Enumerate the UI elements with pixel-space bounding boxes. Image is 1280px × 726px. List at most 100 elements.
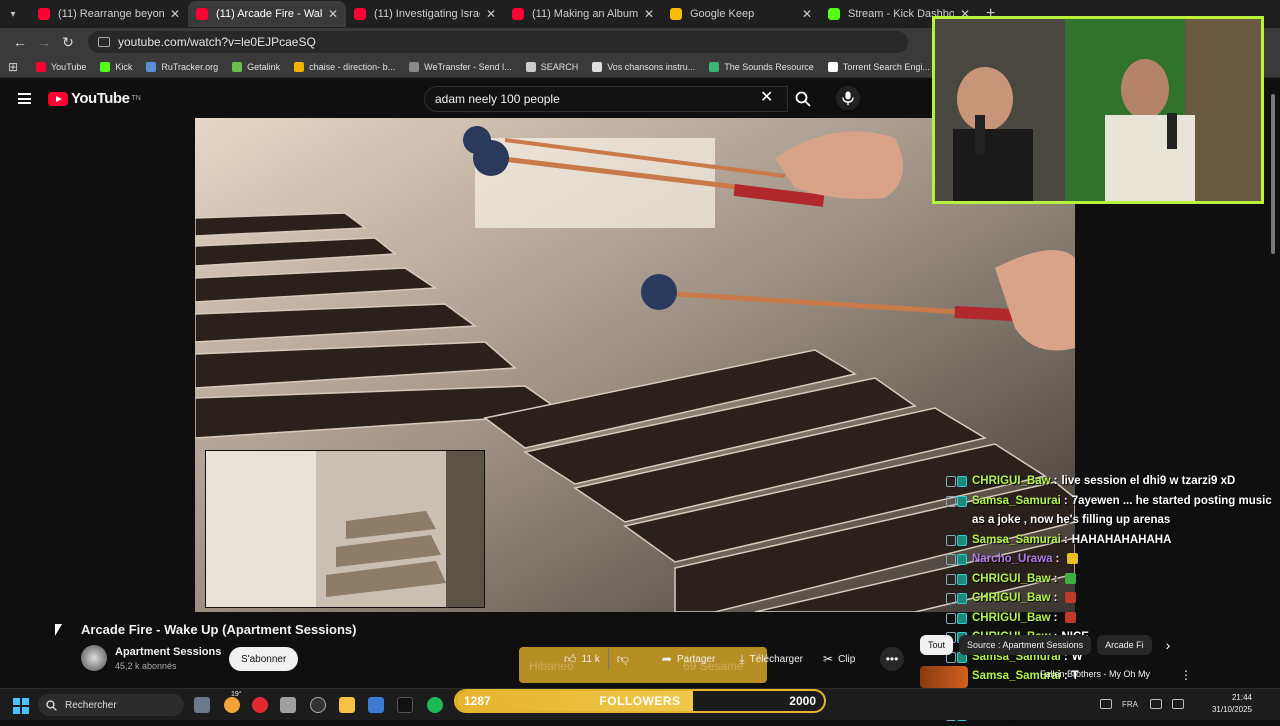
chat-username[interactable]: CHRIGUI_Baw (972, 573, 1051, 585)
app-icon[interactable] (280, 697, 296, 713)
dislike-button[interactable]: 👎︎ (607, 648, 642, 670)
close-tab-icon[interactable]: ✕ (170, 7, 180, 21)
bookmark-item[interactable]: Getalink (232, 61, 280, 72)
download-button[interactable]: ⤓ Télécharger (731, 648, 811, 670)
bookmark-favicon (294, 61, 305, 72)
bookmark-item[interactable]: RuTracker.org (146, 61, 219, 72)
bookmark-label: RuTracker.org (161, 61, 219, 72)
bookmark-favicon (409, 61, 420, 72)
chat-separator: : (1053, 611, 1058, 624)
scrollbar-thumb[interactable] (1271, 94, 1275, 254)
thumbs-up-icon: 👍︎ (564, 651, 577, 666)
tab-title: Google Keep (690, 8, 755, 20)
task-view-icon[interactable] (194, 697, 210, 713)
spotify-icon[interactable] (427, 697, 443, 713)
live-app-icon[interactable] (397, 697, 413, 713)
system-tray: FRA (1100, 688, 1194, 720)
back-icon[interactable]: ← (8, 34, 32, 50)
tab-search-icon[interactable]: ▾ (4, 5, 22, 23)
browser-tab[interactable]: (11) Rearrange beyonce - YouTu ✕ (30, 1, 188, 27)
clock-date: 31/10/2025 (1211, 705, 1252, 714)
logo-wordmark: YouTube (71, 90, 130, 107)
recommended-menu-icon[interactable]: ⋮ (1180, 668, 1192, 682)
recommended-video[interactable]: Fallen Brothers - My Oh My ⋮ (920, 666, 1192, 688)
chat-username[interactable]: Narcho_Urawa (972, 553, 1053, 565)
bookmark-label: WeTransfer - Send l... (424, 61, 512, 72)
recommended-thumbnail[interactable] (920, 666, 968, 688)
channel-name[interactable]: Apartment Sessions (115, 646, 221, 658)
file-explorer-icon[interactable] (339, 697, 355, 713)
browser-tab[interactable]: (11) Investigating Israeli Influen ✕ (346, 1, 504, 27)
bookmark-item[interactable]: YouTube (36, 61, 86, 72)
bookmark-favicon (525, 61, 536, 72)
search-button[interactable] (788, 86, 818, 112)
chat-username[interactable]: CHRIGUI_Baw (972, 475, 1051, 487)
clip-button[interactable]: ✂ Clip (815, 648, 863, 670)
close-tab-icon[interactable]: ✕ (328, 7, 338, 21)
filter-chip[interactable]: Arcade Fi (1097, 635, 1152, 655)
bookmark-item[interactable]: chaise - direction- b... (294, 61, 396, 72)
chevron-right-icon[interactable]: › (1166, 637, 1171, 653)
windows-start-icon[interactable] (13, 698, 29, 714)
bookmark-label: SEARCH (540, 61, 579, 72)
chat-username[interactable]: Samsa_Samurai (972, 495, 1061, 507)
bookmark-item[interactable]: SEARCH (525, 61, 579, 72)
pip-video-frame (206, 451, 484, 607)
voice-search-button[interactable] (836, 86, 860, 110)
recommended-title[interactable]: Fallen Brothers - My Oh My (1040, 669, 1150, 679)
chat-separator: : (1053, 572, 1058, 585)
follower-label: FOLLOWERS (599, 694, 681, 708)
bookmark-label: Vos chansons instru... (607, 61, 696, 72)
picture-in-picture-window[interactable] (205, 450, 485, 608)
chat-username[interactable]: CHRIGUI_Baw (972, 612, 1051, 624)
browser-tab[interactable]: Google Keep ✕ (662, 1, 820, 27)
close-tab-icon[interactable]: ✕ (486, 7, 496, 21)
follower-goal: 2000 (789, 694, 816, 708)
browser-tab[interactable]: (11) Arcade Fire - Wake Up ✕ (188, 1, 346, 27)
bookmark-label: chaise - direction- b... (309, 61, 396, 72)
volume-icon[interactable] (1172, 699, 1184, 709)
bookmark-favicon (100, 61, 111, 72)
close-tab-icon[interactable]: ✕ (644, 7, 654, 21)
browser-tab[interactable]: (11) Making an Album in an OF ✕ (504, 1, 662, 27)
language-indicator[interactable]: FRA (1122, 700, 1138, 709)
reload-icon[interactable]: ↻ (56, 34, 80, 51)
youtube-logo[interactable]: YouTube TN (48, 90, 141, 107)
chat-username[interactable]: Samsa_Samurai (972, 534, 1061, 546)
page-scrollbar[interactable] (1270, 82, 1276, 688)
like-button[interactable]: 👍︎ 11 k (556, 648, 608, 670)
download-label: Télécharger (749, 653, 803, 665)
keyboard-icon[interactable] (1100, 699, 1112, 709)
chat-username[interactable]: CHRIGUI_Baw (972, 592, 1051, 604)
opera-gx-icon[interactable] (252, 697, 268, 713)
network-icon[interactable] (1150, 699, 1162, 709)
bookmark-item[interactable]: Kick (100, 61, 132, 72)
share-button[interactable]: ➦ Partager (654, 648, 723, 670)
chat-text: HAHAHAHAHAHA (1071, 533, 1172, 546)
search-input[interactable]: adam neely 100 people (424, 86, 788, 112)
bookmark-item[interactable]: Torrent Search Engi... (827, 61, 930, 72)
obs-icon[interactable] (310, 697, 326, 713)
bookmark-item[interactable]: The Sounds Resource (709, 61, 814, 72)
clear-search-icon[interactable]: ✕ (760, 89, 773, 107)
channel-avatar[interactable] (81, 645, 107, 671)
apps-grid-icon[interactable]: ⊞ (8, 61, 22, 73)
system-clock[interactable]: 21:44 31/10/2025 (1206, 692, 1252, 716)
filter-chip[interactable]: Source : Apartment Sessions (959, 635, 1092, 655)
photos-icon[interactable] (368, 697, 384, 713)
youtube-play-icon (48, 91, 68, 106)
subscribe-button[interactable]: S'abonner (229, 647, 299, 671)
taskbar-search[interactable]: Rechercher (38, 694, 184, 716)
video-actions: 👍︎ 11 k 👎︎ ➦ Partager ⤓ Télécharger ✂ Clip (556, 648, 863, 670)
bookmark-item[interactable]: WeTransfer - Send l... (409, 61, 512, 72)
weather-icon[interactable] (224, 697, 240, 713)
menu-icon[interactable] (18, 93, 31, 104)
more-actions-button[interactable]: ••• (880, 647, 904, 671)
filter-chip[interactable]: Tout (920, 635, 954, 655)
forward-icon[interactable]: → (32, 34, 56, 50)
close-tab-icon[interactable]: ✕ (802, 7, 812, 21)
bookmark-item[interactable]: Vos chansons instru... (592, 61, 696, 72)
url-field[interactable]: youtube.com/watch?v=le0EJPcaeSQ (88, 31, 908, 53)
site-info-icon[interactable] (98, 37, 110, 47)
tab-title: (11) Rearrange beyonce - YouTu (58, 8, 164, 20)
